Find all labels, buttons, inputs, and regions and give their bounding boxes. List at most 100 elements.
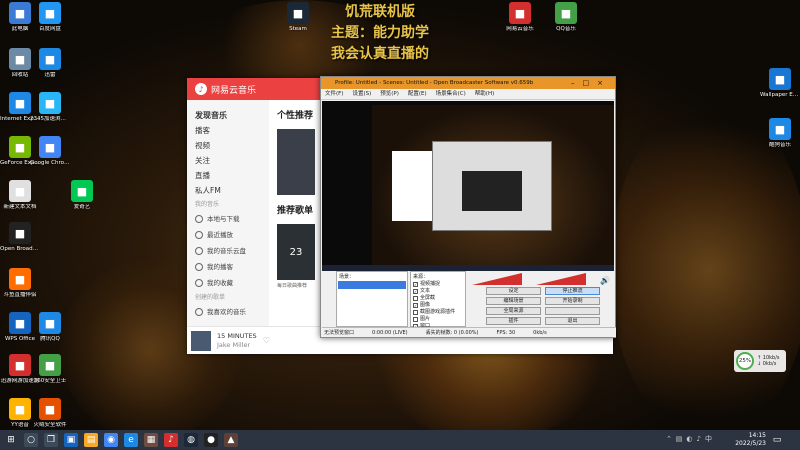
desktop-icon-label: 360安全卫士 [33, 378, 67, 384]
my-music-item[interactable]: 我的音乐云盘 [195, 243, 269, 259]
sidebar-item[interactable]: 直播 [195, 168, 269, 183]
obs-button[interactable]: 编辑场景 [486, 297, 541, 305]
obs-button[interactable] [545, 307, 600, 315]
desktop-icon[interactable]: ■ Open Broadcast... [0, 222, 40, 253]
obs-button[interactable]: 设定 [486, 287, 541, 295]
obs-button[interactable]: 退出 [545, 317, 600, 325]
notification-icon[interactable]: ▭ [770, 433, 784, 447]
status-preview: 无法预览窗口 [324, 330, 355, 336]
sidebar-item[interactable]: 关注 [195, 153, 269, 168]
game-icon[interactable]: ▲ [224, 433, 238, 447]
window-controls[interactable]: –□× [571, 77, 611, 89]
desktop-icon-label: 迅雷 [44, 72, 56, 78]
source-item[interactable]: 截图游戏源插件 [411, 309, 465, 316]
music-item-icon [195, 231, 203, 239]
obs-menu-item[interactable]: 帮助(H) [475, 91, 494, 97]
edge-icon[interactable]: e [124, 433, 138, 447]
desktop-icon[interactable]: ■ 酷狗音乐 [760, 118, 800, 149]
source-item-label: 截图游戏源插件 [420, 309, 456, 315]
desktop-icon[interactable]: ■ 迅雷 [30, 48, 70, 79]
source-checkbox[interactable]: ✓ [413, 289, 418, 294]
obs-statusbar: 无法预览窗口 0:00:00 (LIVE) 丢失的帧数: 0 (0.00%) F… [322, 327, 616, 337]
system-tray[interactable]: ⌃▤◐♪中 [666, 434, 716, 444]
source-item[interactable]: 图片 [411, 316, 465, 323]
source-item[interactable]: ✓ 文本 [411, 288, 465, 295]
scene-item[interactable] [338, 281, 406, 289]
desktop-icon[interactable]: ■ 百度网盘 [30, 2, 70, 33]
desktop-icon[interactable]: ■ 360安全卫士 [30, 354, 70, 385]
obs-titlebar[interactable]: Profile: Untitled - Scenes: Untitled - O… [321, 77, 615, 89]
source-checkbox[interactable] [413, 296, 418, 301]
obs-button[interactable]: 停止推流 [545, 287, 600, 295]
source-item[interactable]: ✓ 视频捕捉 [411, 281, 465, 288]
desktop-volume-meter[interactable] [536, 273, 596, 285]
obs-menu-item[interactable]: 场景集合(C) [436, 91, 466, 97]
obs-menu-item[interactable]: 配置(E) [408, 91, 427, 97]
speaker-icon[interactable]: 🔊 [600, 276, 610, 285]
sidebar-item[interactable]: 播客 [195, 123, 269, 138]
recommend-playlists-heading: 推荐歌单 [277, 206, 314, 216]
source-checkbox[interactable]: ✓ [413, 303, 418, 308]
netease-icon[interactable]: ♪ [164, 433, 178, 447]
network-speed-widget[interactable]: 25% ↑ 10kb/s ↓ 0kb/s [734, 350, 786, 372]
obs-button[interactable]: 全局来源 [486, 307, 541, 315]
my-music-item[interactable]: 本地与下载 [195, 211, 269, 227]
banner-card[interactable] [277, 129, 315, 195]
file-explorer-icon[interactable]: ▤ [84, 433, 98, 447]
netease-sidebar: 发现音乐 播客 视频 关注 直播 私人FM 我的音乐 本地与下载 最近播放 我的音乐云盘 我的… [187, 100, 269, 326]
desktop-icon[interactable]: ■ 腾讯QQ [30, 312, 70, 343]
clock-date: 2022/5/23 [735, 440, 766, 447]
wps-icon: ■ [9, 312, 31, 334]
mic-volume-meter[interactable] [472, 273, 532, 285]
obs-button[interactable]: 开始录制 [545, 297, 600, 305]
obs-icon[interactable]: ● [204, 433, 218, 447]
desktop-icon[interactable]: ■ 2345加速浏览器 [30, 92, 70, 123]
sidebar-item[interactable]: 私人FM [195, 183, 269, 198]
source-checkbox[interactable] [413, 317, 418, 322]
obs-button-grid: 设定 停止推流 编辑场景 开始录制 全局来源插件 退出 [486, 287, 600, 325]
album-cover[interactable] [191, 330, 211, 351]
like-heart-icon[interactable]: ♡ [263, 336, 270, 345]
my-music-item-label: 我的收藏 [207, 279, 233, 287]
my-music-item[interactable]: 我的播客 [195, 259, 269, 275]
desktop-icon[interactable]: ■ 火绒安全软件 [30, 398, 70, 429]
clock[interactable]: 14:15 2022/5/23 [735, 432, 766, 448]
taskbar-app-icon[interactable]: ▣ [64, 433, 78, 447]
playlist-item[interactable]: 我喜欢的音乐 [195, 304, 269, 320]
store-icon[interactable]: ▦ [144, 433, 158, 447]
desktop-icon[interactable]: ■ 爱奇艺 [62, 180, 102, 211]
source-checkbox[interactable]: ✓ [413, 282, 418, 287]
my-music-item[interactable]: 我的收藏 [195, 275, 269, 291]
source-item[interactable]: 全屏截 [411, 295, 465, 302]
task-view-icon[interactable]: ❐ [44, 433, 58, 447]
obs-menu-item[interactable]: 设置(S) [352, 91, 371, 97]
music-item-icon [195, 215, 203, 223]
desktop-icon[interactable]: ■ Google Chrome [30, 136, 70, 167]
sidebar-item[interactable]: 视频 [195, 138, 269, 153]
music-item-icon [195, 247, 203, 255]
obs-menu-item[interactable]: 文件(F) [325, 91, 343, 97]
obs-button[interactable]: 插件 [486, 317, 541, 325]
steam-icon[interactable]: ◍ [184, 433, 198, 447]
geforce-icon: ■ [9, 136, 31, 158]
desktop-icon[interactable]: ■ 新建文本文档 [0, 180, 40, 211]
desktop-icon[interactable]: ■ QQ音乐 [546, 2, 586, 33]
thunder-icon: ■ [39, 48, 61, 70]
sidebar-item-discover[interactable]: 发现音乐 [195, 108, 269, 123]
chrome-icon[interactable]: ◉ [104, 433, 118, 447]
daily-recommend-card[interactable]: 23 [277, 224, 315, 280]
obs-window[interactable]: Profile: Untitled - Scenes: Untitled - O… [320, 76, 616, 338]
desktop-icon[interactable]: ■ Wallpaper Engine [760, 68, 800, 99]
desktop-icon[interactable]: ■ Steam [278, 2, 318, 33]
obs-menu-item[interactable]: 预览(P) [380, 91, 399, 97]
search-icon[interactable]: ○ [24, 433, 38, 447]
xunyou-icon: ■ [9, 354, 31, 376]
desktop-icon-label: Open Broadcast... [0, 246, 40, 252]
personal-recommend-heading: 个性推荐 [277, 111, 314, 121]
windows-start-icon[interactable]: ⊞ [4, 433, 18, 447]
source-checkbox[interactable] [413, 310, 418, 315]
desktop-icon[interactable]: ■ 网易云音乐 [500, 2, 540, 33]
my-music-item[interactable]: 最近播放 [195, 227, 269, 243]
desktop-icon[interactable]: ■ 斗鱼直播伴侣 [0, 268, 40, 299]
source-item[interactable]: ✓ 图像 [411, 302, 465, 309]
